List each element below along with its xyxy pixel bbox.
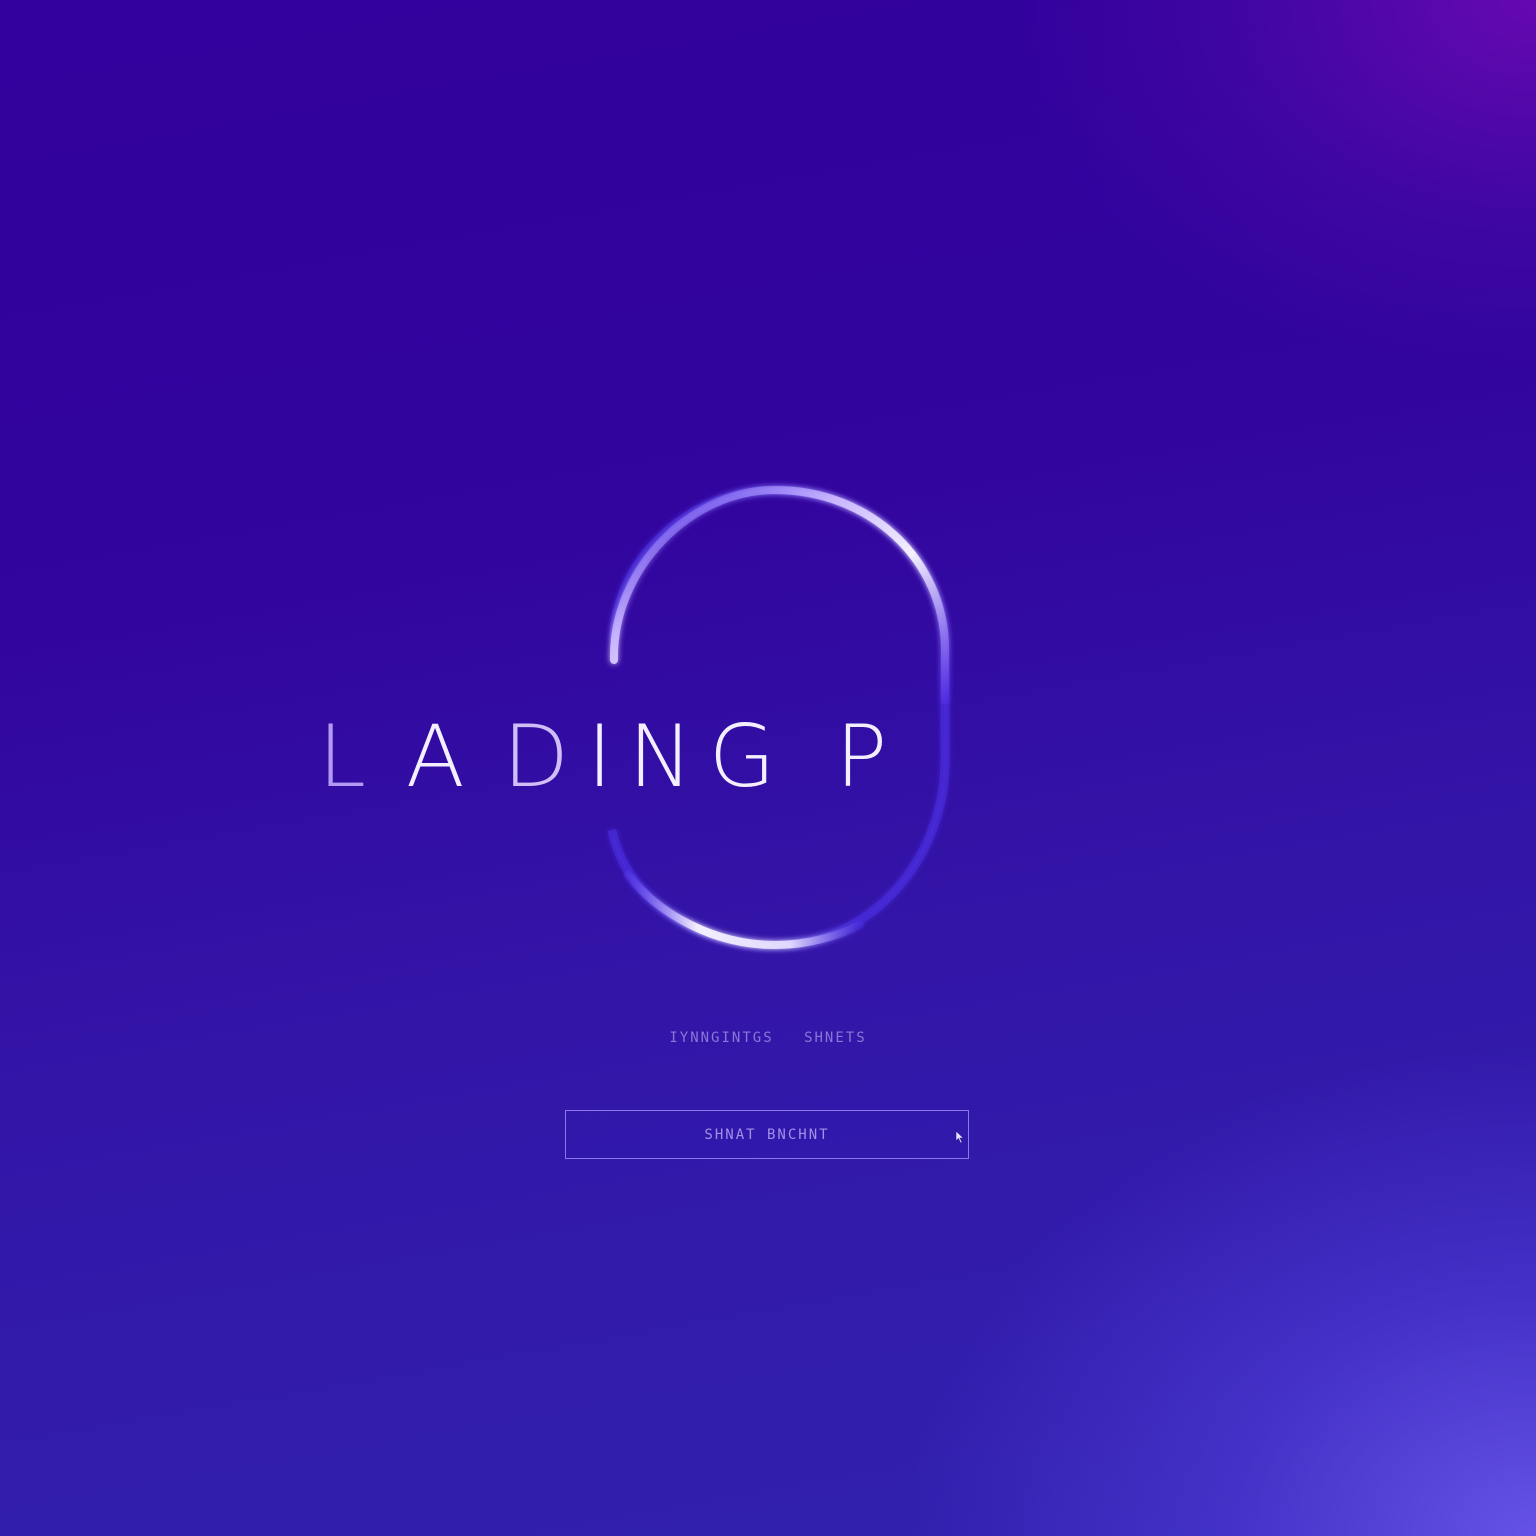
start-button[interactable]: SHNAT BNCHNT [565,1110,969,1159]
loading-title-char: N [628,707,693,807]
loading-title-char: L [318,707,366,807]
loading-status-left: IYNNGINTGS [669,1030,774,1046]
loading-title-char: A [405,707,465,807]
loading-title-char: G [708,707,776,807]
loading-title: L A D I N G P [318,712,887,802]
loading-status: IYNNGINTGS SHNETS [0,1030,1536,1046]
loading-screen: L A D I N G P IYNNGINTGS SHNETS SHNAT BN… [0,0,1536,1536]
loading-title-char: I [587,707,613,807]
loading-title-char: D [502,707,569,807]
loading-status-right: SHNETS [804,1030,867,1046]
start-button-label: SHNAT BNCHNT [704,1126,830,1143]
cursor-arrow-icon [955,1130,965,1144]
loading-title-char: P [835,707,888,807]
